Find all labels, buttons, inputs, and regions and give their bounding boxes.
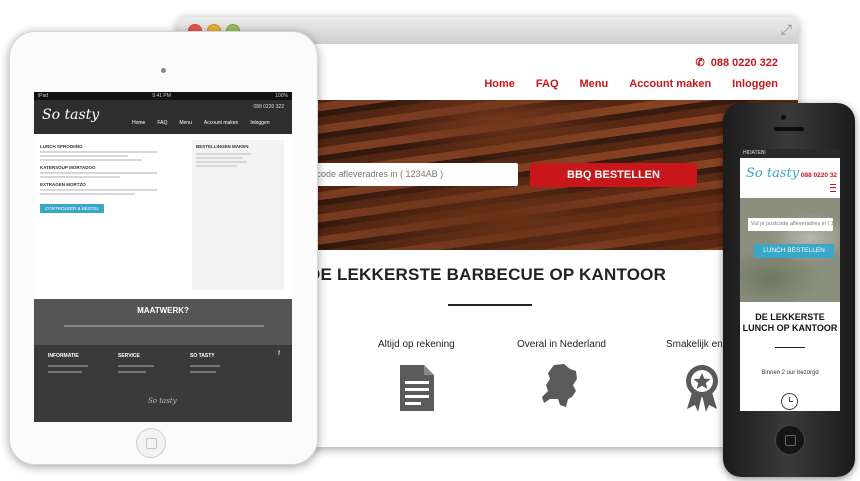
phone-hero: Vul je postcode afleveradres in ( 1234AB…	[740, 198, 840, 302]
phone-status-bar: HIDATEBI	[740, 149, 840, 158]
tablet-section-title: LUNCH SPROOIING	[40, 144, 83, 149]
tablet-order-content: LUNCH SPROOIING KATERSOUP MORTADOO EXTRA…	[34, 134, 292, 299]
bbq-order-button[interactable]: BBQ BESTELLEN	[530, 163, 697, 187]
tablet-status-carrier: iPad	[38, 93, 49, 99]
tablet-sidebar-line	[196, 161, 247, 163]
tablet-footer-col-info: INFORMATIE	[48, 353, 79, 359]
header-phone[interactable]: ✆ 088 0220 322	[695, 56, 778, 69]
tablet-section-title: EXTRAGEN MORTZO	[40, 182, 86, 187]
tablet-nav-menu[interactable]: Menu	[179, 120, 192, 126]
headline-divider	[448, 304, 532, 306]
lunch-order-button[interactable]: LUNCH BESTELLEN	[754, 244, 834, 258]
tablet-maatwerk-section: MAATWERK?	[34, 299, 292, 345]
award-badge-icon	[686, 365, 718, 412]
tablet-text-line	[40, 193, 135, 195]
feature-label-tasty: Smakelijk en v	[666, 339, 731, 350]
clock-icon	[781, 393, 798, 410]
tablet-status-time: 9:41 PM	[152, 93, 171, 99]
tablet-text-line	[40, 172, 157, 174]
tablet-text-line	[40, 155, 128, 157]
facebook-icon[interactable]: f	[278, 351, 280, 357]
phone-screen: HIDATEBI So tasty 088 0220 32 Vul je pos…	[740, 149, 840, 411]
phone-header-number[interactable]: 088 0220 32	[801, 172, 837, 179]
page-headline: DE LEKKERSTE BARBECUE OP KANTOOR	[308, 265, 667, 284]
tablet-nav-inloggen[interactable]: Inloggen	[250, 120, 269, 126]
footer-link[interactable]	[190, 371, 216, 373]
tablet-footer: INFORMATIE SERVICE SO TASTY f So tasty	[34, 345, 292, 422]
nav-account-maken[interactable]: Account maken	[629, 78, 711, 90]
tablet-text-line	[40, 176, 121, 178]
feature-label-nationwide: Overal in Nederland	[517, 339, 606, 350]
tablet-section-title: KATERSOUP MORTADOO	[40, 165, 96, 170]
footer-link[interactable]	[118, 365, 154, 367]
tablet-home-button[interactable]	[136, 428, 166, 458]
tablet-maatwerk-title: MAATWERK?	[137, 306, 189, 315]
tablet-maatwerk-text	[64, 325, 264, 327]
main-nav: Home FAQ Menu Account maken Inloggen	[484, 78, 778, 90]
tablet-order-sidebar: BESTELLINGEN MAKEN	[192, 140, 284, 290]
phone-icon: ✆	[695, 57, 705, 69]
phone-home-button[interactable]	[775, 425, 805, 455]
nav-menu[interactable]: Menu	[580, 78, 609, 90]
tablet-footer-col-sotasty: SO TASTY	[190, 353, 215, 359]
nav-inloggen[interactable]: Inloggen	[732, 78, 778, 90]
tablet-text-line	[40, 159, 143, 161]
phone-site-header: So tasty 088 0220 32	[740, 158, 840, 198]
phone-earpiece	[774, 127, 804, 131]
tablet-site-header: So tasty 088 0220 322 Home FAQ Menu Acco…	[34, 100, 292, 134]
tablet-logo[interactable]: So tasty	[42, 107, 99, 123]
tablet-nav-account[interactable]: Account maken	[204, 120, 238, 126]
tablet-screen: iPad 9:41 PM 100% So tasty 088 0220 322 …	[34, 92, 292, 422]
tablet-footer-col-service: SERVICE	[118, 353, 140, 359]
footer-link[interactable]	[118, 371, 146, 373]
tablet-checkout-button[interactable]: CONTROLEER & BESTEL	[40, 204, 105, 213]
hamburger-menu-icon[interactable]	[830, 184, 836, 192]
phone-postcode-input[interactable]: Vul je postcode afleveradres in ( 1234AB…	[748, 218, 833, 231]
nav-home[interactable]: Home	[484, 78, 515, 90]
feature-label-invoice: Altijd op rekening	[378, 339, 455, 350]
tablet-nav: Home FAQ Menu Account maken Inloggen	[132, 120, 270, 126]
tablet-device: iPad 9:41 PM 100% So tasty 088 0220 322 …	[9, 31, 318, 465]
tablet-sidebar-line	[196, 165, 238, 167]
phone-number: 088 0220 322	[710, 57, 778, 69]
tablet-nav-faq[interactable]: FAQ	[157, 120, 167, 126]
tablet-sidebar-line	[196, 157, 242, 159]
tablet-footer-logo: So tasty	[148, 397, 177, 405]
fullscreen-icon[interactable]: ⤢	[781, 21, 792, 38]
netherlands-map-icon	[542, 364, 577, 407]
postcode-search-input[interactable]: tcode afleveradres in ( 1234AB )	[308, 163, 518, 186]
footer-link[interactable]	[190, 365, 220, 367]
tablet-camera	[161, 68, 166, 73]
tablet-order-list: LUNCH SPROOIING KATERSOUP MORTADOO EXTRA…	[40, 140, 186, 215]
tablet-text-line	[40, 189, 157, 191]
tablet-status-bar: iPad 9:41 PM 100%	[34, 92, 292, 100]
tablet-phone-number[interactable]: 088 0220 322	[253, 104, 284, 110]
phone-headline-divider	[775, 347, 805, 348]
phone-headline: DE LEKKERSTE LUNCH OP KANTOOR	[742, 312, 838, 333]
phone-camera	[781, 115, 786, 120]
phone-feature-label: Binnen 2 uur bezorgd	[761, 370, 819, 376]
tablet-text-line	[40, 151, 157, 153]
footer-link[interactable]	[48, 371, 82, 373]
smartphone-device: HIDATEBI So tasty 088 0220 32 Vul je pos…	[723, 103, 855, 477]
document-icon	[400, 365, 434, 411]
tablet-status-battery: 100%	[275, 93, 288, 99]
nav-faq[interactable]: FAQ	[536, 78, 559, 90]
footer-link[interactable]	[48, 365, 88, 367]
tablet-nav-home[interactable]: Home	[132, 120, 145, 126]
phone-logo[interactable]: So tasty	[746, 166, 799, 181]
tablet-sidebar-line	[196, 153, 252, 155]
tablet-sidebar-title: BESTELLINGEN MAKEN	[196, 144, 249, 149]
